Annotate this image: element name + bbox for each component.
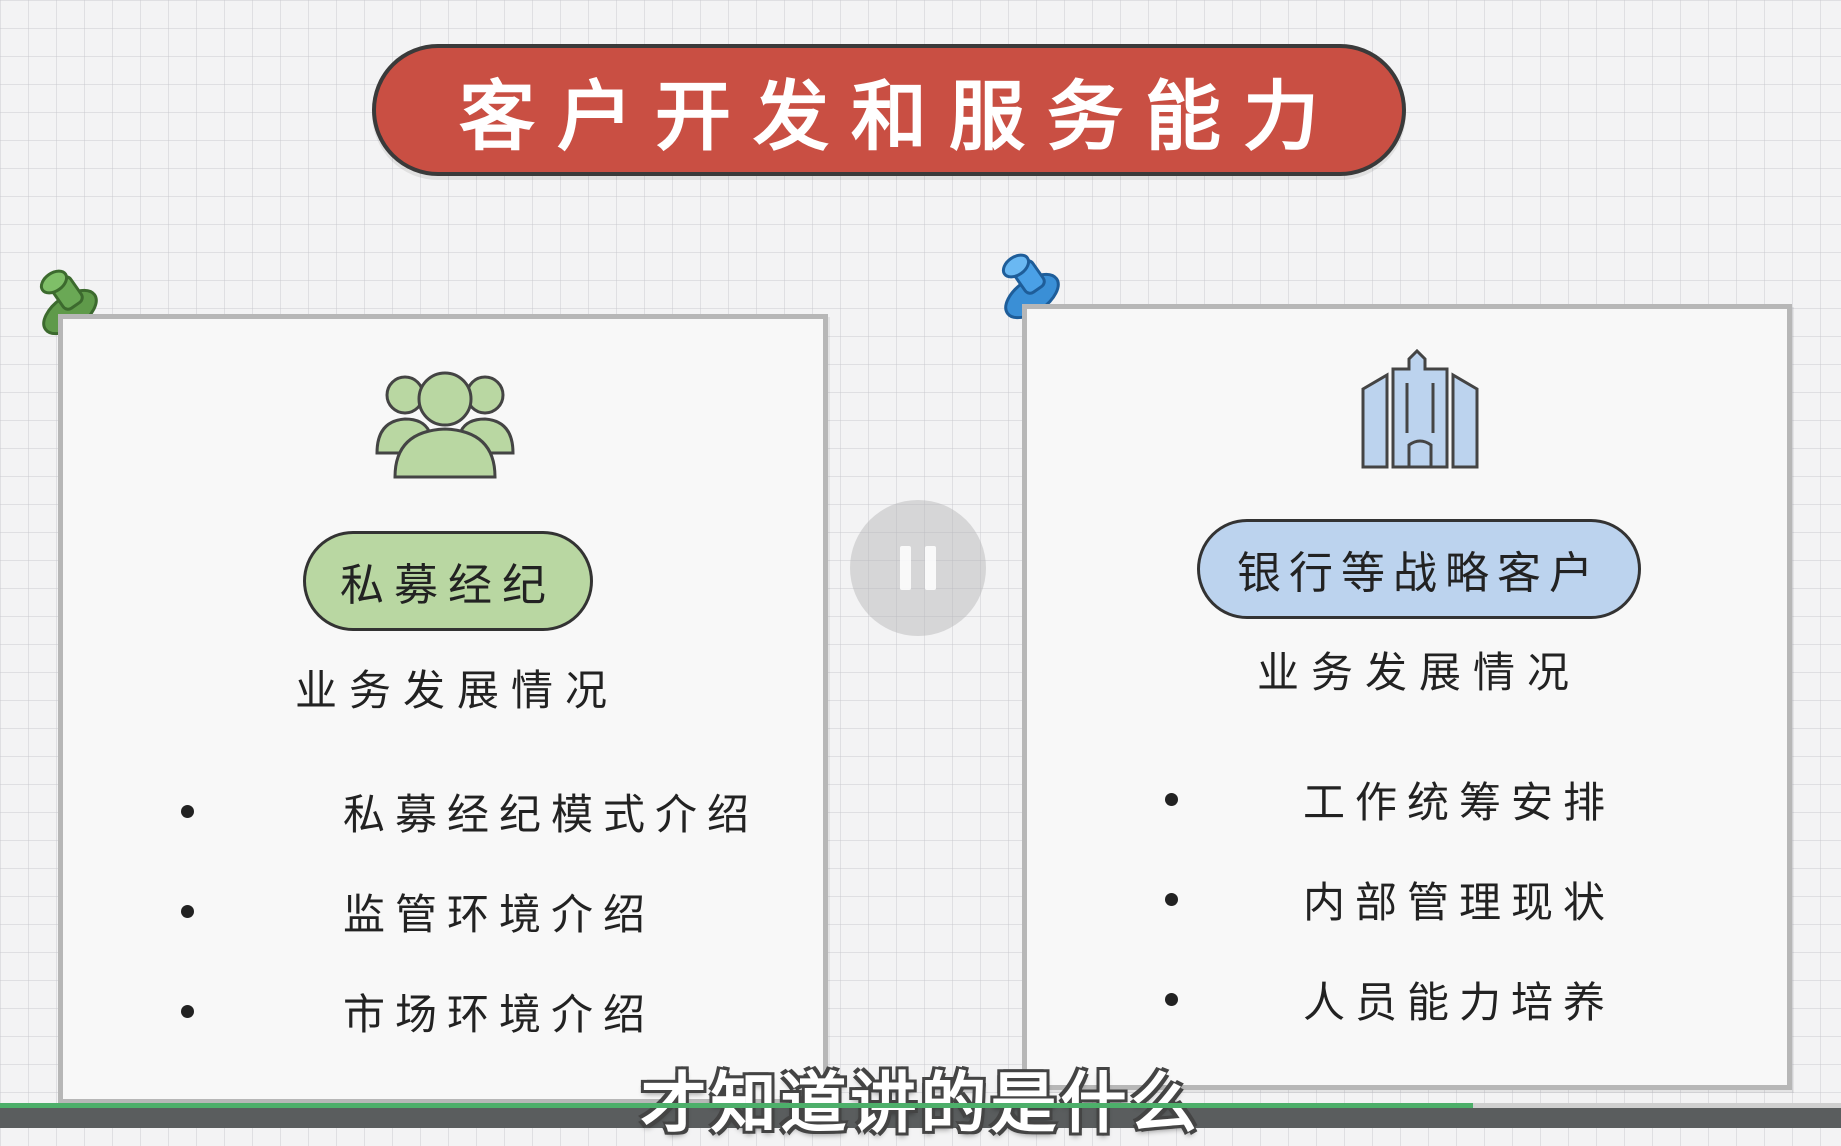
list-item-text: 人员能力培养	[1303, 977, 1616, 1027]
bullet-icon	[1165, 793, 1178, 806]
list-item: 内部管理现状	[1165, 849, 1615, 949]
pause-icon-bar	[925, 546, 936, 590]
card-strategic-clients: 银行等战略客户 业务发展情况 工作统筹安排 内部管理现状 人员能力培养	[1022, 304, 1792, 1090]
list-item-text: 工作统筹安排	[1303, 777, 1616, 827]
office-building-icon	[1361, 349, 1479, 469]
list-item: 人员能力培养	[1165, 949, 1615, 1049]
bullet-list: 工作统筹安排 内部管理现状 人员能力培养	[1165, 749, 1615, 1049]
category-pill: 银行等战略客户	[1197, 519, 1641, 619]
bullet-list: 私募经纪模式介绍 监管环境介绍 市场环境介绍	[181, 761, 759, 1061]
card-private-brokerage: 私募经纪 业务发展情况 私募经纪模式介绍 监管环境介绍 市场环境介绍	[58, 314, 828, 1104]
bullet-icon	[181, 905, 194, 918]
people-group-icon	[375, 371, 515, 479]
list-item-text: 私募经纪模式介绍	[343, 789, 760, 839]
section-subtitle: 业务发展情况	[1257, 648, 1582, 697]
page-title: 客户开发和服务能力	[459, 72, 1341, 161]
bullet-icon	[181, 1005, 194, 1018]
pause-icon	[900, 546, 911, 590]
category-pill: 私募经纪	[303, 531, 593, 631]
bullet-icon	[181, 805, 194, 818]
list-item: 监管环境介绍	[181, 861, 759, 961]
pause-button[interactable]	[850, 500, 986, 636]
list-item: 工作统筹安排	[1165, 749, 1615, 849]
bullet-icon	[1165, 893, 1178, 906]
list-item-text: 市场环境介绍	[343, 989, 656, 1039]
list-item-text: 监管环境介绍	[343, 889, 656, 939]
bullet-icon	[1165, 993, 1178, 1006]
list-item: 市场环境介绍	[181, 961, 759, 1061]
title-banner: 客户开发和服务能力	[372, 44, 1406, 176]
list-item: 私募经纪模式介绍	[181, 761, 759, 861]
progress-bar[interactable]	[0, 1103, 1473, 1108]
list-item-text: 内部管理现状	[1303, 877, 1616, 927]
section-subtitle: 业务发展情况	[295, 666, 620, 715]
video-subtitle: 才知道讲的是什么	[640, 1065, 1201, 1142]
